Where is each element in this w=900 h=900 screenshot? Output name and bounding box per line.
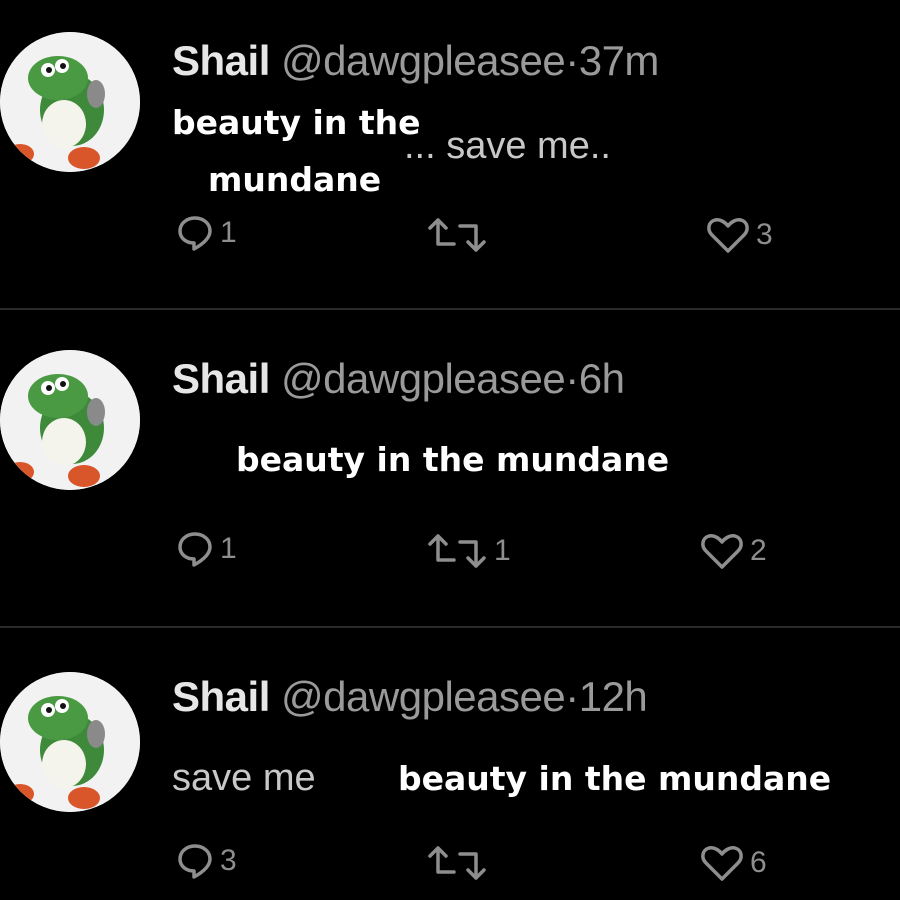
user-handle[interactable]: @dawgpleasee	[281, 37, 566, 84]
retweet-button[interactable]: 1	[426, 532, 511, 570]
avatar[interactable]	[0, 32, 140, 172]
separator-dot: ·	[565, 355, 579, 402]
retweet-icon	[428, 218, 486, 252]
retweet-button[interactable]	[426, 844, 494, 882]
retweet-count: 1	[494, 534, 511, 567]
text-sticker-line2: mundane	[208, 160, 382, 199]
reply-icon	[178, 532, 212, 567]
like-button[interactable]: 3	[706, 216, 773, 254]
tweet-header: Shail @dawgpleasee·37m	[172, 36, 659, 86]
reply-button[interactable]: 1	[176, 214, 237, 252]
tweet-header: Shail @dawgpleasee·6h	[172, 354, 625, 404]
yoshi-avatar-icon	[0, 350, 140, 490]
yoshi-avatar-icon	[0, 32, 140, 172]
retweet-button[interactable]	[426, 216, 494, 254]
avatar[interactable]	[0, 672, 140, 812]
tweet[interactable]: Shail @dawgpleasee·37m beauty in the mun…	[0, 0, 900, 308]
retweet-icon	[428, 534, 486, 568]
like-count: 2	[750, 534, 767, 567]
reply-count: 1	[220, 216, 237, 249]
separator-dot: ·	[565, 37, 579, 84]
tweet-text: ... save me..	[404, 125, 611, 167]
like-count: 6	[750, 846, 767, 879]
heart-icon	[701, 846, 743, 881]
reply-count: 1	[220, 532, 237, 565]
reply-button[interactable]: 3	[176, 842, 237, 880]
tweet[interactable]: Shail @dawgpleasee·12h save me beauty in…	[0, 628, 900, 900]
reply-button[interactable]: 1	[176, 530, 237, 568]
text-sticker: beauty in the	[172, 103, 421, 142]
tweet[interactable]: Shail @dawgpleasee·6h beauty in the mund…	[0, 310, 900, 626]
user-handle[interactable]: @dawgpleasee	[281, 355, 566, 402]
like-button[interactable]: 6	[700, 844, 767, 882]
tweet-text: save me	[172, 757, 316, 799]
display-name[interactable]: Shail	[172, 37, 270, 84]
timestamp[interactable]: 6h	[579, 355, 625, 402]
reply-count: 3	[220, 844, 237, 877]
text-sticker: beauty in the mundane	[398, 759, 832, 798]
yoshi-avatar-icon	[0, 672, 140, 812]
separator-dot: ·	[565, 673, 579, 720]
tweet-header: Shail @dawgpleasee·12h	[172, 672, 648, 722]
timestamp[interactable]: 37m	[579, 37, 660, 84]
reply-icon	[178, 844, 212, 879]
heart-icon	[701, 534, 743, 569]
user-handle[interactable]: @dawgpleasee	[281, 673, 566, 720]
text-sticker: beauty in the mundane	[236, 440, 670, 479]
display-name[interactable]: Shail	[172, 673, 270, 720]
heart-icon	[707, 218, 749, 253]
like-button[interactable]: 2	[700, 532, 767, 570]
reply-icon	[178, 216, 212, 251]
timestamp[interactable]: 12h	[579, 673, 648, 720]
display-name[interactable]: Shail	[172, 355, 270, 402]
like-count: 3	[756, 218, 773, 251]
retweet-icon	[428, 846, 486, 880]
avatar[interactable]	[0, 350, 140, 490]
